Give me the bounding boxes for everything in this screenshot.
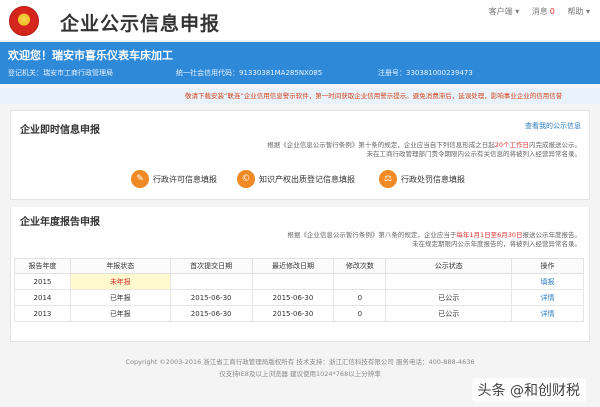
ip-pledge-button[interactable]: © 知识产权出质登记信息填报 [237, 169, 355, 189]
annual-report-note: 根据《企业信息公示暂行条例》第八条的规定，企业应当于每年1月1日至6月30日报送… [287, 231, 581, 248]
footer-copyright: Copyright ©2003-2016 浙江省工商行政管理局版权所有 技术支持… [125, 358, 475, 366]
admin-license-button[interactable]: ✎ 行政许可信息填报 [131, 169, 217, 189]
view-my-public-info-link[interactable]: 查看我的公示信息 [525, 121, 581, 131]
col-action: 操作 [511, 258, 584, 274]
footer: Copyright ©2003-2016 浙江省工商行政管理局版权所有 技术支持… [0, 356, 600, 380]
cell-report-status: 未年报 [69, 273, 171, 290]
national-emblem-icon [9, 6, 39, 36]
cell-modify-count: 0 [333, 289, 387, 306]
instant-info-note: 根据《企业信息公示暂行条例》第十条的规定，企业应当自下列信息形成之日起20个工作… [267, 141, 581, 158]
col-public-status: 公示状态 [385, 258, 513, 274]
site-title: 企业公示信息申报 [60, 13, 221, 35]
instant-info-panel: 企业即时信息申报 查看我的公示信息 根据《企业信息公示暂行条例》第十条的规定，企… [10, 110, 590, 200]
table-header-row: 报告年度 年报状态 首次提交日期 最近修改日期 修改次数 公示状态 操作 [14, 258, 584, 274]
col-first-submit: 首次提交日期 [169, 258, 253, 274]
ip-pledge-label: 知识产权出质登记信息填报 [259, 174, 355, 184]
notice-text[interactable]: 敬请下载安装“联连”企业信用信息警示软件，第一时间获取企业信用警示提示。避免消费… [185, 88, 562, 104]
cell-modify-count [333, 273, 387, 290]
cell-last-modified: 2015-06-30 [251, 289, 335, 306]
registration-authority: 登记机关：瑞安市工商行政管理局 [8, 69, 113, 77]
table-row: 2015 未年报 填报 [14, 273, 584, 290]
client-menu-link[interactable]: 客户端 ▾ [489, 7, 520, 16]
instant-info-title: 企业即时信息申报 [20, 125, 100, 136]
annual-report-table: 报告年度 年报状态 首次提交日期 最近修改日期 修改次数 公示状态 操作 201… [14, 258, 584, 322]
cell-public-status: 已公示 [385, 289, 513, 306]
details-link[interactable]: 详情 [511, 305, 584, 322]
penalty-icon: ⚖ [379, 170, 397, 188]
annual-report-title: 企业年度报告申报 [20, 217, 100, 228]
help-menu-link[interactable]: 帮助 ▾ [567, 7, 590, 16]
document-icon: ✎ [131, 170, 149, 188]
details-link[interactable]: 详情 [511, 289, 584, 306]
cell-first-submit: 2015-06-30 [169, 289, 253, 306]
watermark: 头条 @和创财税 [471, 378, 586, 402]
top-links: 客户端 ▾ 消息 0 帮助 ▾ [479, 6, 590, 17]
cell-year: 2015 [14, 273, 71, 290]
cell-year: 2013 [14, 305, 71, 322]
col-report-year: 报告年度 [14, 258, 71, 274]
admin-license-label: 行政许可信息填报 [153, 174, 217, 184]
cell-first-submit: 2015-06-30 [169, 305, 253, 322]
cell-year: 2014 [14, 289, 71, 306]
col-modify-count: 修改次数 [333, 258, 387, 274]
registration-number: 注册号：330381000239473 [378, 69, 473, 77]
col-report-status: 年报状态 [69, 258, 171, 274]
admin-penalty-button[interactable]: ⚖ 行政处罚信息填报 [379, 169, 465, 189]
cell-last-modified: 2015-06-30 [251, 305, 335, 322]
top-bar: 企业公示信息申报 客户端 ▾ 消息0 帮助 ▾ [0, 0, 600, 40]
admin-penalty-label: 行政处罚信息填报 [401, 174, 465, 184]
welcome-text: 欢迎您！瑞安市喜乐仪表车床加工 [8, 49, 173, 62]
credit-code: 统一社会信用代码：91330381MA285NX085 [176, 69, 323, 77]
col-last-modified: 最近修改日期 [251, 258, 335, 274]
cell-public-status: 已公示 [385, 305, 513, 322]
table-row: 2013 已年报 2015-06-30 2015-06-30 0 已公示 详情 [14, 305, 584, 322]
cell-report-status: 已年报 [69, 289, 171, 306]
cell-last-modified [251, 273, 335, 290]
company-info-band: 欢迎您！瑞安市喜乐仪表车床加工 登记机关：瑞安市工商行政管理局 统一社会信用代码… [0, 42, 600, 84]
message-count-badge: 0 [549, 7, 555, 16]
copyright-icon: © [237, 170, 255, 188]
cell-public-status [385, 273, 513, 290]
cell-report-status: 已年报 [69, 305, 171, 322]
table-row: 2014 已年报 2015-06-30 2015-06-30 0 已公示 详情 [14, 289, 584, 306]
cell-first-submit [169, 273, 253, 290]
fill-report-link[interactable]: 填报 [511, 273, 584, 290]
cell-modify-count: 0 [333, 305, 387, 322]
messages-link[interactable]: 消息 0 [532, 7, 555, 16]
notice-bar: 敬请下载安装“联连”企业信用信息警示软件，第一时间获取企业信用警示提示。避免消费… [0, 88, 600, 104]
